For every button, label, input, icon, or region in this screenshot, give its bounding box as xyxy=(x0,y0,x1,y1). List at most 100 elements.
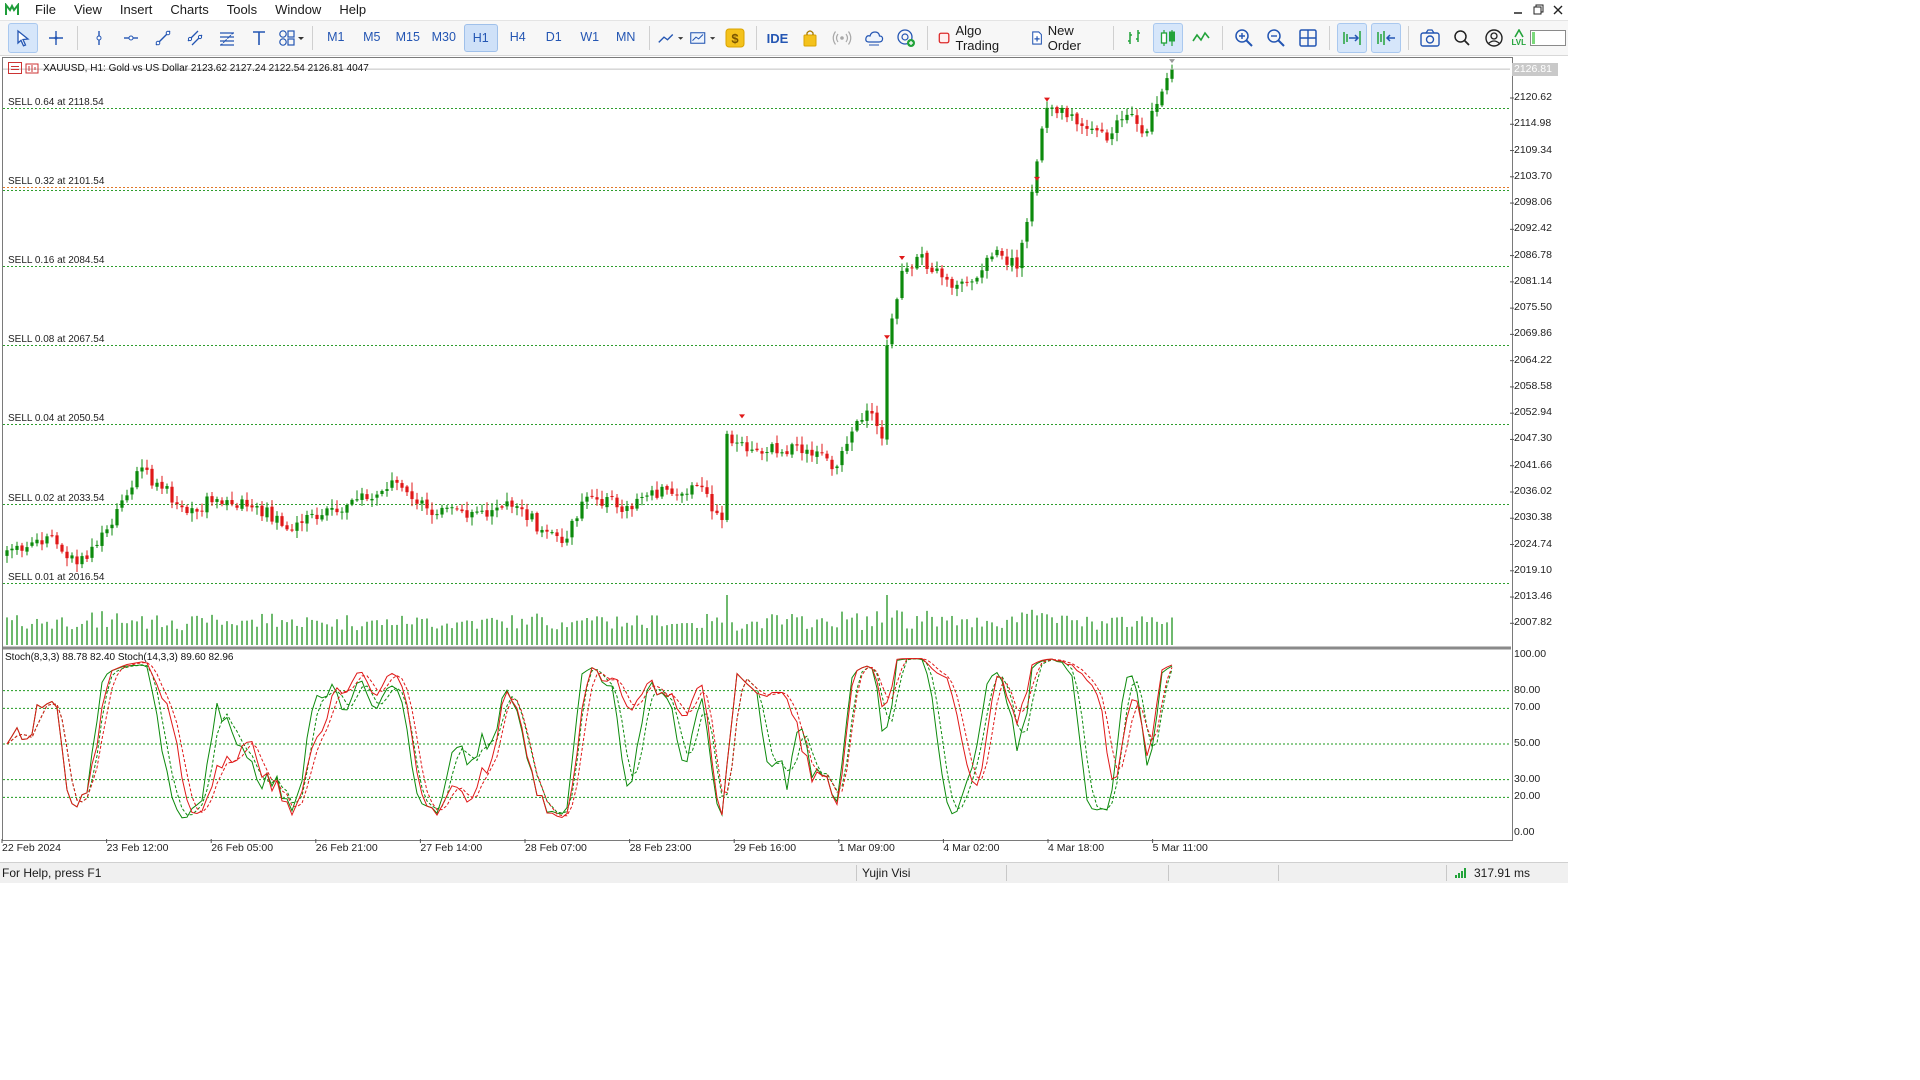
candle-body xyxy=(505,501,509,507)
candle-body xyxy=(335,508,339,513)
candle-body xyxy=(1085,126,1089,129)
candle-body xyxy=(170,486,174,503)
status-separator xyxy=(856,865,857,881)
candle-body xyxy=(1055,107,1059,114)
candle-body xyxy=(290,529,294,531)
price-axis-label: 2030.38 xyxy=(1514,511,1552,524)
candle-body xyxy=(55,535,59,545)
candle-body xyxy=(915,256,919,269)
order-line-label: SELL 0.08 at 2067.54 xyxy=(8,333,105,345)
candle-body xyxy=(810,449,814,456)
candle-body xyxy=(325,508,329,516)
time-axis-label: 5 Mar 11:00 xyxy=(1152,842,1208,854)
candle-body xyxy=(230,500,234,505)
candle-body xyxy=(60,544,64,552)
candle-body xyxy=(510,500,514,507)
candle-body xyxy=(180,505,184,508)
candle-body xyxy=(550,532,554,534)
candle-body xyxy=(105,529,109,534)
candle-body xyxy=(1095,128,1099,131)
candle-body xyxy=(570,520,574,538)
candle-body xyxy=(15,545,19,550)
time-axis-label: 28 Feb 07:00 xyxy=(525,842,587,854)
order-line-label: SELL 0.32 at 2101.54 xyxy=(8,175,105,187)
candle-body xyxy=(300,521,304,523)
candle-body xyxy=(455,508,459,510)
candle-body xyxy=(35,539,39,544)
candle-body xyxy=(305,514,309,524)
candle-body xyxy=(870,410,874,414)
candle-body xyxy=(740,442,744,444)
candle-body xyxy=(380,490,384,494)
candle-body xyxy=(1065,107,1069,118)
candle-body xyxy=(205,496,209,513)
trade-arrow-marker xyxy=(899,256,905,261)
candle-body xyxy=(70,555,74,559)
status-separator xyxy=(1006,865,1007,881)
stochastic-axis-label: 30.00 xyxy=(1514,772,1541,785)
price-chart[interactable] xyxy=(0,0,1568,862)
trade-levels-icon xyxy=(8,62,22,74)
candle-body xyxy=(345,505,349,513)
order-line-label: SELL 0.02 at 2033.54 xyxy=(8,492,105,504)
candle-body xyxy=(385,489,389,491)
candle-body xyxy=(815,451,819,457)
status-profile[interactable]: Yujin Visi xyxy=(862,863,910,883)
candle-body xyxy=(700,485,704,488)
candle-body xyxy=(945,276,949,280)
candle-body xyxy=(1060,107,1064,113)
candle-body xyxy=(775,443,779,454)
connection-status[interactable]: 317.91 ms xyxy=(1454,863,1530,883)
candle-body xyxy=(650,490,654,496)
candle-body xyxy=(685,493,689,495)
candle-body xyxy=(475,511,479,513)
candle-body xyxy=(680,493,684,496)
candle-body xyxy=(635,498,639,509)
candle-body xyxy=(1010,257,1014,266)
order-line-label: SELL 0.04 at 2050.54 xyxy=(8,412,105,424)
candle-body xyxy=(790,444,794,455)
candle-body xyxy=(85,555,89,559)
time-axis-label: 27 Feb 14:00 xyxy=(420,842,483,854)
stochastic-axis-label: 100.00 xyxy=(1514,648,1547,660)
candle-body xyxy=(155,482,159,487)
candle-body xyxy=(820,452,824,454)
candle-body xyxy=(110,524,114,529)
candle-body xyxy=(265,507,269,518)
candle-body xyxy=(865,410,869,421)
candle-body xyxy=(400,483,404,488)
candle-body xyxy=(735,442,739,444)
candle-body xyxy=(30,542,34,546)
candle-body xyxy=(1130,114,1134,116)
price-axis-label: 2103.70 xyxy=(1514,169,1552,182)
candle-body xyxy=(920,254,924,258)
stochastic-14-main-line xyxy=(6,658,1173,819)
candle-body xyxy=(275,515,279,523)
candle-body xyxy=(395,479,399,483)
candle-body xyxy=(495,507,499,511)
price-axis-label: 2081.14 xyxy=(1514,274,1552,287)
time-axis-label: 26 Feb 21:00 xyxy=(315,842,378,854)
candle-body xyxy=(840,451,844,466)
candle-body xyxy=(710,494,714,512)
price-axis-label: 2092.42 xyxy=(1514,222,1552,235)
current-price-label: 2126.81 xyxy=(1512,63,1558,76)
candle-body xyxy=(500,506,504,508)
candle-body xyxy=(875,412,879,426)
price-axis-label: 2064.22 xyxy=(1514,353,1552,366)
candle-body xyxy=(730,434,734,444)
candle-body xyxy=(1045,107,1049,128)
stochastic-header: Stoch(8,3,3) 88.78 82.40 Stoch(14,3,3) 8… xyxy=(5,652,234,663)
candle-body xyxy=(470,511,474,518)
price-axis-label: 2086.78 xyxy=(1514,248,1552,261)
candle-body xyxy=(1115,120,1119,133)
candle-body xyxy=(1140,125,1144,134)
candle-body xyxy=(450,507,454,509)
candle-body xyxy=(780,452,784,454)
ping-value: 317.91 ms xyxy=(1474,866,1531,880)
candle-body xyxy=(755,448,759,451)
candle-body xyxy=(1105,132,1109,141)
candle-body xyxy=(95,544,99,546)
candle-body xyxy=(25,547,29,552)
stochastic-axis-label: 70.00 xyxy=(1514,701,1541,714)
